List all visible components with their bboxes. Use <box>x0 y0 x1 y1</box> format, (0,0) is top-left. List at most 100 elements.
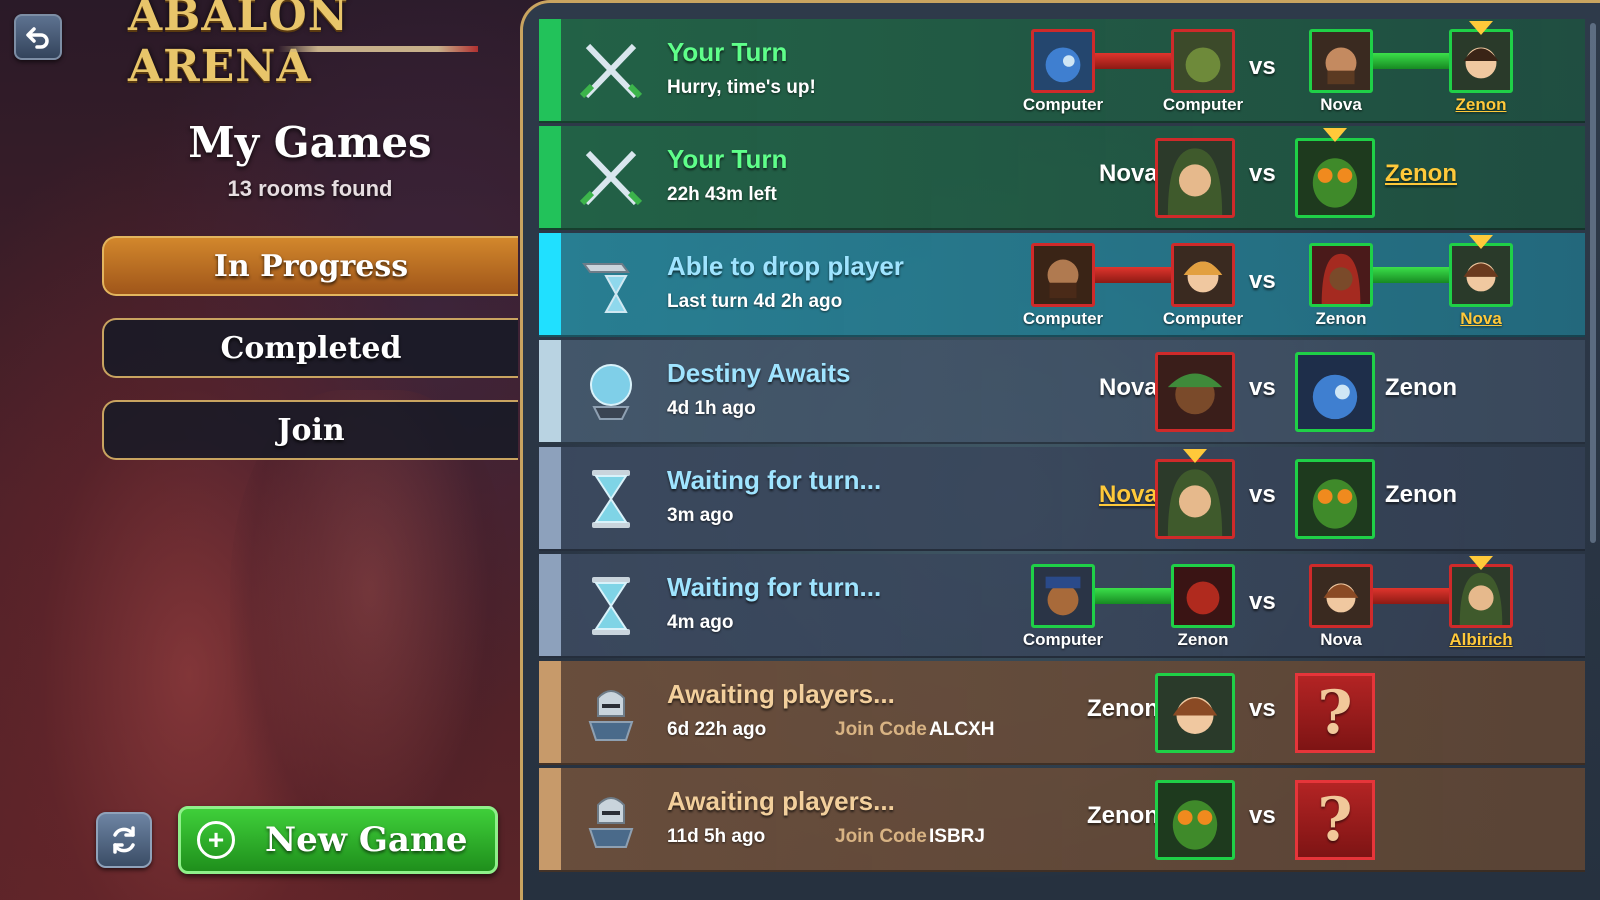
game-row[interactable]: Your Turn Hurry, time's up! Computer Com… <box>539 19 1585 123</box>
logo-sword <box>278 46 478 52</box>
game-row[interactable]: Destiny Awaits 4d 1h ago Nova vs Zenon <box>539 340 1585 444</box>
open-slot-question-icon[interactable]: ? <box>1295 780 1375 860</box>
player-name: Zenon <box>1087 695 1159 722</box>
game-row[interactable]: Awaiting players... 6d 22h ago Join Code… <box>539 661 1585 765</box>
knight-helmet-icon <box>575 677 647 749</box>
avatar <box>1031 243 1095 307</box>
player-name: Nova <box>1320 630 1362 649</box>
team-link-bar <box>1095 588 1173 604</box>
player-name: Computer <box>1022 630 1104 649</box>
avatar <box>1449 564 1513 628</box>
turn-marker-icon <box>1323 128 1347 142</box>
team-link-bar <box>1095 267 1173 283</box>
back-button[interactable] <box>14 14 62 60</box>
team-link-bar <box>1095 53 1173 69</box>
turn-marker-icon <box>1183 449 1207 463</box>
avatar <box>1031 29 1095 93</box>
row-status-stripe <box>539 340 561 442</box>
plus-circle-icon: + <box>197 821 235 859</box>
row-status-stripe <box>539 661 561 763</box>
scrollbar[interactable] <box>1590 23 1596 543</box>
hourglass-icon <box>575 463 647 535</box>
avatar <box>1449 29 1513 93</box>
knight-helmet-icon <box>575 784 647 856</box>
avatar <box>1295 138 1375 218</box>
vs-label: vs <box>1249 481 1276 508</box>
avatar <box>1155 780 1235 860</box>
row-title: Awaiting players... <box>667 679 895 709</box>
player-name: Zenon <box>1177 630 1229 649</box>
avatar <box>1171 29 1235 93</box>
games-list: Your Turn Hurry, time's up! Computer Com… <box>539 19 1585 875</box>
gauntlet-hourglass-icon <box>575 249 647 321</box>
row-subtitle: 22h 43m left <box>667 184 777 205</box>
back-arrow-icon <box>26 27 49 49</box>
vs-label: vs <box>1249 267 1276 294</box>
join-code-label: Join Code <box>835 719 927 740</box>
row-title: Your Turn <box>667 144 788 174</box>
player-name: Zenon <box>1087 802 1159 829</box>
team-link-bar <box>1373 267 1451 283</box>
game-row[interactable]: Waiting for turn... 3m ago Nova vs Zenon <box>539 447 1585 551</box>
tab-join[interactable]: Join <box>102 400 518 460</box>
avatar <box>1155 459 1235 539</box>
refresh-button[interactable] <box>96 812 152 868</box>
player-name: Computer <box>1022 95 1104 114</box>
turn-marker-icon <box>1469 235 1493 249</box>
player-name: Nova <box>1099 160 1158 187</box>
player-name: Zenon <box>1385 481 1457 508</box>
row-subtitle: 3m ago <box>667 505 734 526</box>
turn-marker-icon <box>1469 21 1493 35</box>
tab-completed[interactable]: Completed <box>102 318 518 378</box>
rooms-count: 13 rooms found <box>227 176 393 201</box>
open-slot-question-icon[interactable]: ? <box>1295 673 1375 753</box>
avatar <box>1171 243 1235 307</box>
row-subtitle: Hurry, time's up! <box>667 77 816 98</box>
row-status-stripe <box>539 447 561 549</box>
player-name: Nova <box>1320 95 1362 114</box>
avatar <box>1309 29 1373 93</box>
row-title: Awaiting players... <box>667 786 895 816</box>
new-game-label: New Game <box>265 820 468 860</box>
avatar <box>1295 459 1375 539</box>
new-game-button[interactable]: + New Game <box>178 806 498 874</box>
join-code[interactable]: ALCXH <box>929 719 994 741</box>
row-title: Able to drop player <box>667 251 904 281</box>
avatar <box>1155 138 1235 218</box>
avatar <box>1031 564 1095 628</box>
player-name-current: Zenon <box>1385 160 1457 187</box>
player-name: Zenon <box>1385 374 1457 401</box>
row-status-stripe <box>539 19 561 121</box>
row-title: Your Turn <box>667 37 788 67</box>
game-row[interactable]: Able to drop player Last turn 4d 2h ago … <box>539 233 1585 337</box>
game-row[interactable]: Waiting for turn... 4m ago Computer Zeno… <box>539 554 1585 658</box>
player-name-current: Nova <box>1099 481 1158 508</box>
game-row[interactable]: Your Turn 22h 43m left Nova vs Zenon <box>539 126 1585 230</box>
player-name: Computer <box>1022 309 1104 328</box>
row-title: Destiny Awaits <box>667 358 851 388</box>
player-name-current: Zenon <box>1455 95 1507 114</box>
tab-in-progress[interactable]: In Progress <box>102 236 518 296</box>
page-title: My Games <box>188 118 432 167</box>
join-code[interactable]: ISBRJ <box>929 826 985 848</box>
player-name: Nova <box>1099 374 1158 401</box>
row-status-stripe <box>539 554 561 656</box>
vs-label: vs <box>1249 374 1276 401</box>
vs-label: vs <box>1249 588 1276 615</box>
row-status-stripe <box>539 233 561 335</box>
player-name: Zenon <box>1315 309 1367 328</box>
row-title: Waiting for turn... <box>667 465 882 495</box>
avatar <box>1171 564 1235 628</box>
player-name: Computer <box>1162 95 1244 114</box>
vs-label: vs <box>1249 695 1276 722</box>
game-row[interactable]: Awaiting players... 11d 5h ago Join Code… <box>539 768 1585 872</box>
row-subtitle: 6d 22h ago <box>667 719 767 740</box>
row-status-stripe <box>539 126 561 228</box>
games-panel: Your Turn Hurry, time's up! Computer Com… <box>520 0 1600 900</box>
team-link-bar <box>1373 588 1451 604</box>
crossed-swords-icon <box>575 35 647 107</box>
avatar <box>1295 352 1375 432</box>
crystal-ball-icon <box>575 356 647 428</box>
row-title: Waiting for turn... <box>667 572 882 602</box>
row-subtitle: 4d 1h ago <box>667 398 756 419</box>
